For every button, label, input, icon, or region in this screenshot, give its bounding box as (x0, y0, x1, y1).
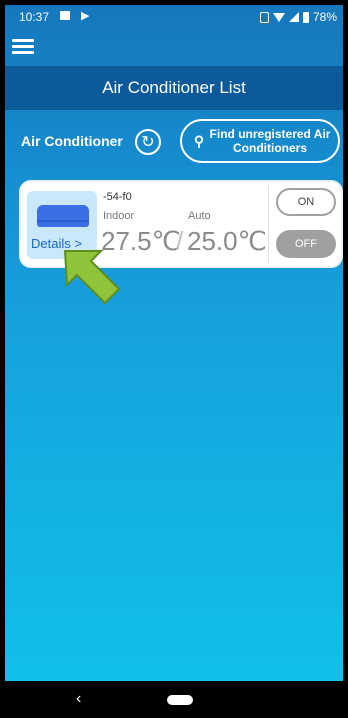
temperature-divider: / (176, 226, 184, 256)
battery-icon (302, 11, 309, 23)
title-bar: Air Conditioner List (5, 66, 343, 110)
gallery-icon (60, 11, 70, 20)
on-button[interactable]: ON (276, 188, 336, 216)
search-icon: ⚲ (193, 132, 205, 149)
find-button-label: Find unregistered Air Conditioners (209, 127, 331, 155)
section-label: Air Conditioner (21, 133, 123, 149)
play-icon: ▶ (81, 10, 90, 22)
wifi-icon (272, 12, 285, 22)
mode-label: Auto (188, 210, 211, 222)
page-title: Air Conditioner List (102, 78, 246, 97)
indoor-label: Indoor (103, 210, 135, 222)
app-screen: 10:37 ▶ 78% Air Conditioner List Air Con… (5, 5, 343, 681)
refresh-icon[interactable]: ↻ (135, 129, 161, 155)
status-time: 10:37 (19, 10, 50, 24)
cell-signal-icon (288, 12, 299, 22)
air-conditioner-icon (37, 205, 89, 227)
set-temperature: 25.0℃ (187, 226, 267, 256)
home-icon[interactable] (167, 695, 193, 705)
back-icon[interactable]: ‹ (76, 690, 81, 708)
battery-percent: 78% (312, 10, 337, 24)
status-indicators: 78% (259, 10, 337, 24)
find-unregistered-button[interactable]: ⚲ Find unregistered Air Conditioners (180, 119, 340, 163)
system-nav-bar: ‹ (0, 681, 348, 718)
pointer-arrow-icon (63, 250, 121, 305)
device-name: -54-f0 (103, 191, 132, 203)
off-button[interactable]: OFF (276, 230, 336, 258)
card-divider (268, 186, 269, 262)
vibrate-icon (259, 11, 269, 23)
hamburger-menu-icon[interactable] (12, 36, 34, 58)
status-bar: 10:37 ▶ 78% (5, 5, 343, 29)
